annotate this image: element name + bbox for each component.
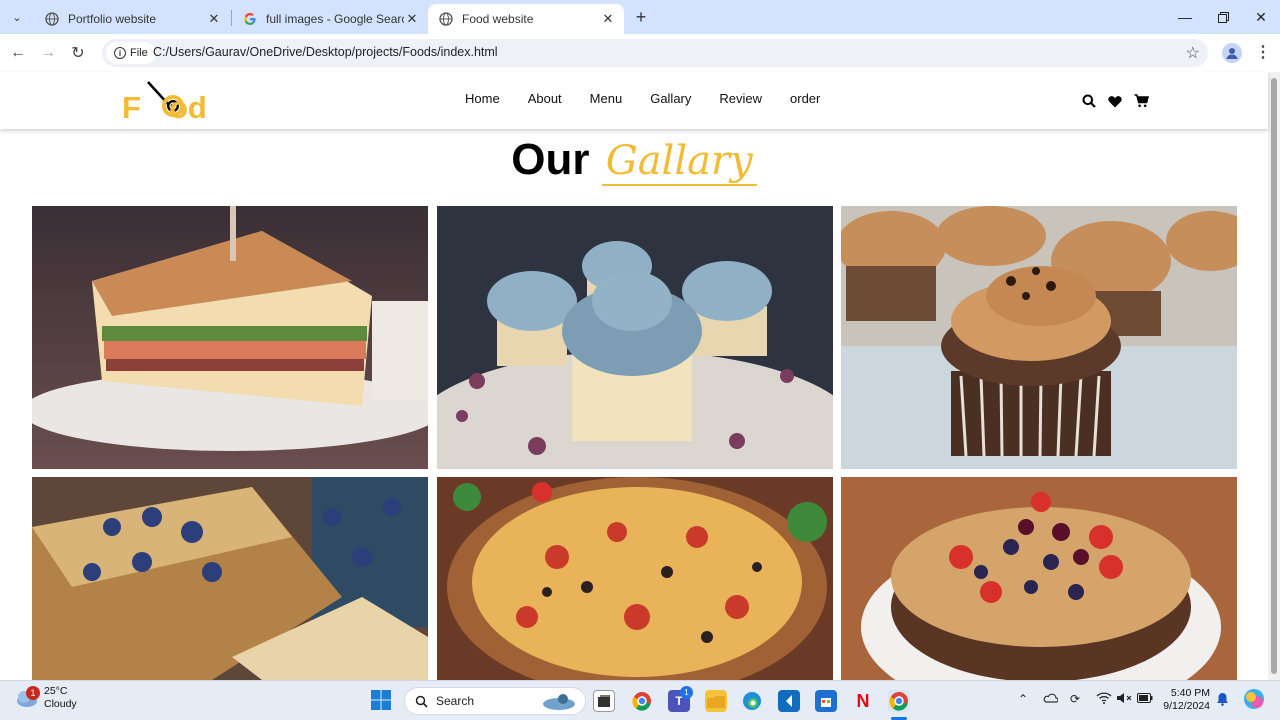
sandwich-photo — [32, 206, 428, 469]
blueberry-bread-photo — [32, 477, 428, 680]
nav-home[interactable]: Home — [465, 91, 500, 106]
back-button[interactable]: ← — [6, 41, 30, 65]
close-window-button[interactable]: ✕ — [1242, 0, 1280, 34]
new-tab-button[interactable]: + — [632, 8, 650, 26]
tab-portfolio[interactable]: Portfolio website ✕ — [34, 4, 230, 34]
clock-date: 9/12/2024 — [1163, 700, 1210, 712]
copilot-icon[interactable] — [1243, 688, 1265, 713]
search-icon[interactable] — [1076, 92, 1102, 110]
nav-menu[interactable]: Menu — [590, 91, 623, 106]
weather-badge: 1 — [26, 686, 40, 700]
forward-button[interactable]: → — [36, 41, 60, 65]
vscode-icon[interactable] — [778, 690, 800, 712]
volume-muted-icon[interactable] — [1116, 692, 1132, 707]
gallery-heading: Our Gallary — [0, 135, 1268, 186]
berry-cake-photo — [841, 477, 1237, 680]
tab-title: Portfolio website — [68, 12, 157, 26]
heart-icon[interactable] — [1102, 92, 1128, 110]
search-icon — [415, 695, 428, 708]
wifi-icon[interactable] — [1096, 692, 1112, 707]
search-highlight-icon — [543, 694, 575, 710]
onedrive-icon[interactable] — [1042, 692, 1059, 706]
profile-avatar[interactable] — [1222, 43, 1242, 63]
notification-bell-icon[interactable] — [1216, 692, 1229, 709]
maximize-button[interactable] — [1204, 0, 1242, 34]
chrome-active-icon[interactable] — [888, 690, 910, 712]
url-text[interactable]: C:/Users/Gaurav/OneDrive/Desktop/project… — [153, 45, 498, 59]
gallery-section: Our Gallary — [0, 129, 1268, 680]
file-explorer-icon[interactable] — [705, 690, 727, 712]
close-tab-icon[interactable]: ✕ — [404, 11, 420, 27]
tab-food-website[interactable]: Food website ✕ — [428, 4, 624, 34]
weather-temp: 25°C — [44, 685, 68, 697]
pizza-photo — [437, 477, 833, 680]
browser-toolbar: ← → ↻ i File C:/Users/Gaurav/OneDrive/De… — [0, 34, 1280, 72]
logo-text-start: F — [122, 90, 141, 125]
cart-icon[interactable] — [1128, 92, 1154, 110]
windows-start-icon[interactable] — [370, 689, 392, 716]
heading-accent: Gallary — [601, 138, 757, 186]
sync-icon[interactable]: ⟳ — [1070, 692, 1080, 706]
netflix-icon[interactable]: N — [852, 690, 874, 712]
page-scrollbar[interactable] — [1268, 72, 1280, 680]
task-view-icon[interactable] — [593, 690, 615, 712]
tab-google-search[interactable]: full images - Google Search ✕ — [232, 4, 428, 34]
tab-search-button[interactable]: ⌄ — [6, 7, 28, 27]
teams-badge: 1 — [680, 686, 693, 699]
address-bar[interactable]: i File C:/Users/Gaurav/OneDrive/Desktop/… — [102, 39, 1208, 67]
blue-cupcakes-photo — [437, 206, 833, 469]
battery-icon[interactable] — [1137, 692, 1153, 706]
heading-lead: Our — [511, 135, 590, 184]
close-tab-icon[interactable]: ✕ — [206, 11, 222, 27]
more-menu-icon[interactable]: ⋮ — [1255, 42, 1271, 62]
chocolate-cupcakes-photo — [841, 206, 1237, 469]
weather-condition: Cloudy — [44, 698, 77, 710]
site-info-label: File — [130, 47, 148, 59]
globe-icon — [44, 11, 60, 27]
nav-gallery[interactable]: Gallary — [650, 91, 691, 106]
taskbar-search-box[interactable]: Search — [404, 687, 586, 715]
main-nav: Home About Menu Gallary Review order — [465, 91, 848, 106]
reload-button[interactable]: ↻ — [66, 41, 90, 65]
show-hidden-icons[interactable]: ⌃ — [1018, 692, 1028, 706]
bookmark-star-icon[interactable]: ☆ — [1186, 43, 1200, 63]
close-tab-icon[interactable]: ✕ — [600, 11, 616, 27]
browser-tab-strip: ⌄ Portfolio website ✕ full images - Goog… — [0, 0, 1280, 34]
nav-order[interactable]: order — [790, 91, 820, 106]
tab-title: Food website — [462, 12, 534, 26]
taskbar-clock[interactable]: 5:40 PM 9/12/2024 — [1158, 687, 1210, 713]
chrome-icon[interactable] — [631, 690, 653, 712]
tab-title: full images - Google Search — [266, 12, 404, 26]
nav-review[interactable]: Review — [719, 91, 762, 106]
site-header: F od Home About Menu Gallary Review orde… — [0, 72, 1268, 129]
minimize-button[interactable]: — — [1166, 0, 1204, 34]
logo-text-end: od — [169, 90, 207, 125]
site-info-chip[interactable]: i File — [106, 42, 156, 64]
nav-about[interactable]: About — [528, 91, 562, 106]
taskbar-search-placeholder: Search — [436, 694, 475, 708]
clock-time: 5:40 PM — [1170, 687, 1210, 699]
header-icons — [1076, 92, 1154, 110]
google-icon — [242, 11, 258, 27]
weather-widget[interactable]: 1 25°C Cloudy — [14, 685, 77, 711]
scrollbar-thumb[interactable] — [1271, 78, 1277, 674]
site-logo[interactable]: F od — [122, 80, 222, 125]
info-icon: i — [114, 47, 126, 59]
globe-icon — [438, 11, 454, 27]
edge-icon[interactable] — [741, 690, 763, 712]
windows-taskbar: 1 25°C Cloudy Search T 1 N ⌃ ⟳ 5:40 PM 9… — [0, 680, 1280, 720]
store-icon[interactable] — [815, 690, 837, 712]
